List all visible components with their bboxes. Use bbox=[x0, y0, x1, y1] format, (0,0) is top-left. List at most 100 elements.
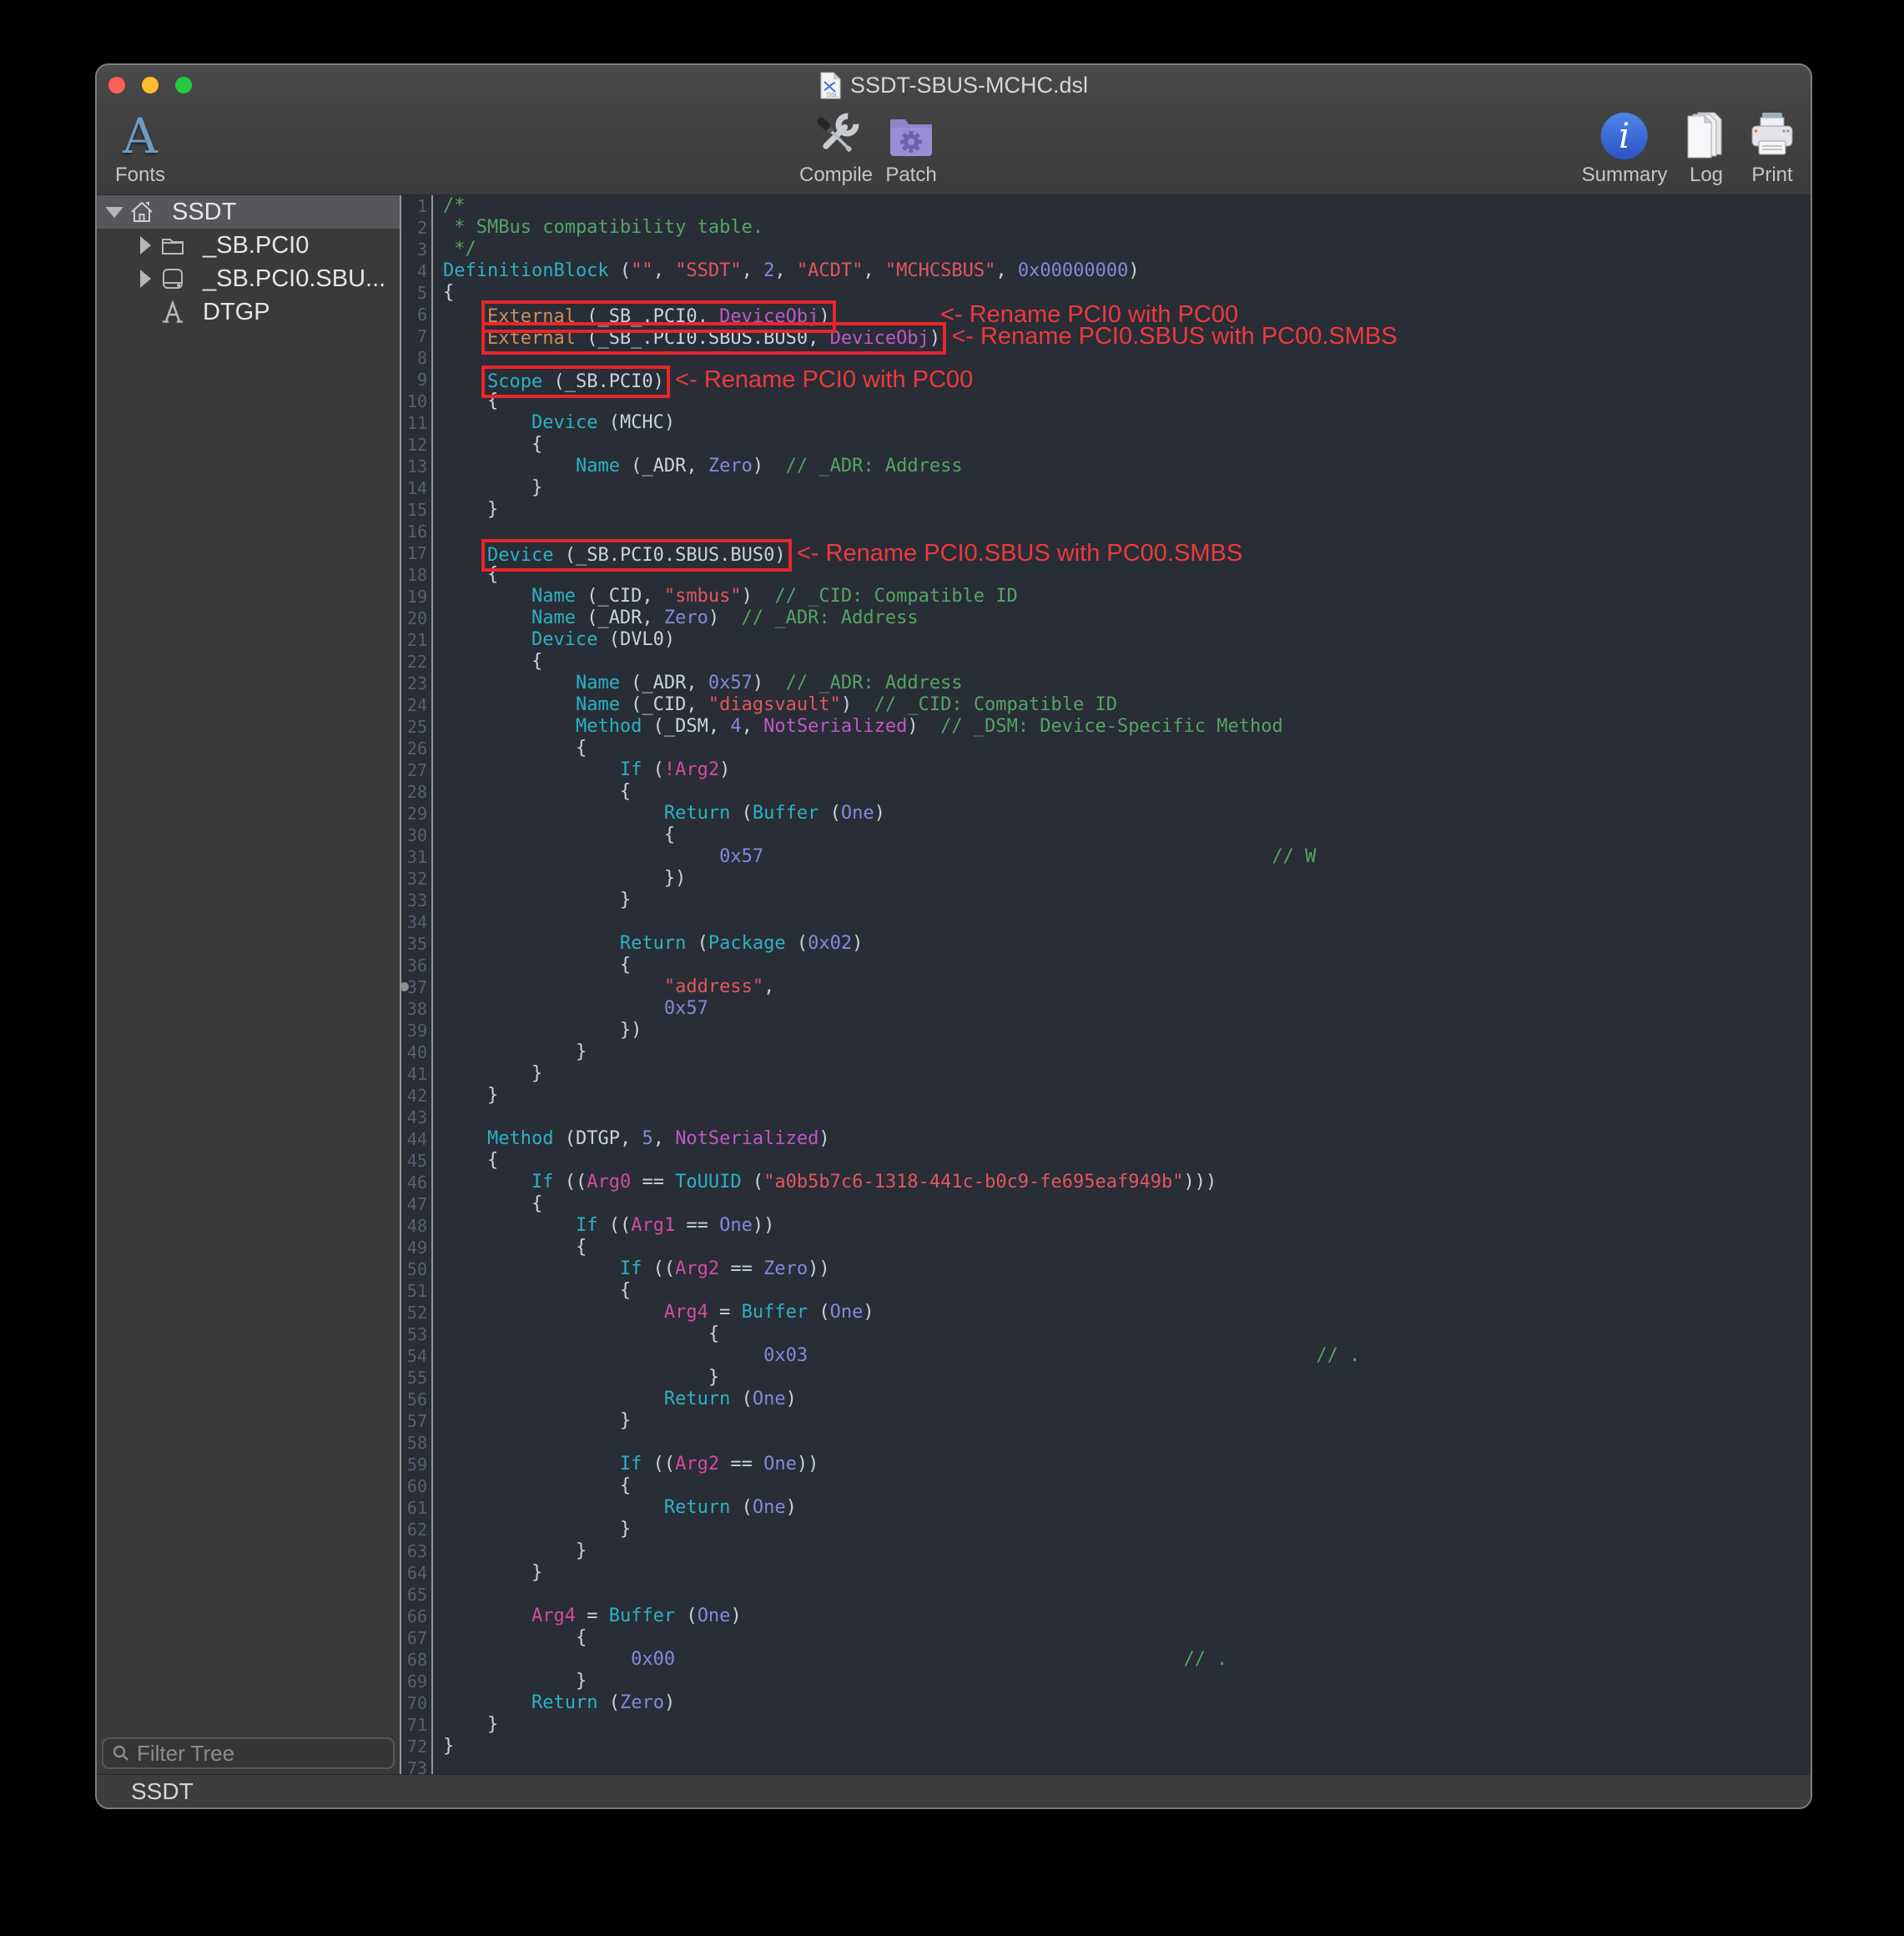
code-token: (_SB.PCI0.SBUS.BUS0) bbox=[553, 545, 785, 566]
code-line[interactable] bbox=[443, 1584, 1811, 1606]
code-line[interactable]: { bbox=[443, 1323, 1811, 1345]
code-line[interactable]: Name (_ADR, 0x57) // _ADR: Address bbox=[443, 673, 1811, 694]
code-line[interactable]: Device (DVL0) bbox=[443, 629, 1811, 651]
code-line[interactable]: } bbox=[443, 477, 1811, 499]
code-line[interactable]: /* bbox=[443, 195, 1811, 217]
patch-label: Patch bbox=[885, 164, 936, 187]
code-line[interactable]: { bbox=[443, 1237, 1811, 1258]
code-line[interactable]: } bbox=[443, 1671, 1811, 1692]
code-line[interactable]: }) bbox=[443, 868, 1811, 890]
code-line[interactable]: } bbox=[443, 1519, 1811, 1540]
minimize-button[interactable] bbox=[142, 77, 159, 93]
code-line[interactable]: } bbox=[443, 1410, 1811, 1432]
code-line[interactable]: { bbox=[443, 1280, 1811, 1302]
code-line[interactable]: Name (_CID, "smbus") // _CID: Compatible… bbox=[443, 586, 1811, 608]
code-line[interactable]: If (!Arg2) bbox=[443, 759, 1811, 781]
summary-button[interactable]: i Summary bbox=[1582, 108, 1668, 187]
disclosure-down-icon[interactable] bbox=[107, 207, 122, 218]
code-token: { bbox=[443, 564, 498, 585]
code-line[interactable]: Return (Package (0x02) bbox=[443, 933, 1811, 955]
code-line[interactable]: Name (_CID, "diagsvault") // _CID: Compa… bbox=[443, 694, 1811, 716]
line-number: 20 bbox=[401, 608, 427, 629]
code-token: Arg4 bbox=[664, 1302, 708, 1323]
code-line[interactable]: Return (One) bbox=[443, 1497, 1811, 1519]
code-line[interactable]: { bbox=[443, 651, 1811, 673]
code-token: Package bbox=[708, 933, 786, 954]
code-line[interactable]: 0x57 // W bbox=[443, 846, 1811, 868]
code-line[interactable]: 0x57 bbox=[443, 998, 1811, 1020]
code-line[interactable]: } bbox=[443, 499, 1811, 521]
code-editor[interactable]: 1234567891011121314151617181920212223242… bbox=[400, 195, 1811, 1774]
code-line[interactable]: } bbox=[443, 1540, 1811, 1562]
code-line[interactable] bbox=[443, 347, 1811, 369]
code-line[interactable]: } bbox=[443, 1063, 1811, 1085]
code-line[interactable]: { bbox=[443, 738, 1811, 759]
code-line[interactable]: Device (_SB.PCI0.SBUS.BUS0) <- Rename PC… bbox=[443, 542, 1811, 564]
code-line[interactable]: } bbox=[443, 1714, 1811, 1736]
code-line[interactable]: */ bbox=[443, 239, 1811, 260]
code-token: Scope bbox=[487, 371, 542, 392]
code-line[interactable]: Name (_ADR, Zero) // _ADR: Address bbox=[443, 456, 1811, 477]
code-line[interactable] bbox=[443, 1757, 1811, 1774]
code-line[interactable] bbox=[443, 1432, 1811, 1454]
fonts-button[interactable]: A Fonts bbox=[115, 108, 165, 187]
code-line[interactable]: { bbox=[443, 1475, 1811, 1497]
code-line[interactable]: 0x00 // . bbox=[443, 1649, 1811, 1671]
code-line[interactable]: If ((Arg2 == One)) bbox=[443, 1454, 1811, 1475]
sidebar-item-sb-pci0-sbus[interactable]: _SB.PCI0.SBU... bbox=[97, 262, 400, 295]
compile-button[interactable]: Compile bbox=[799, 108, 873, 187]
code-line[interactable]: Return (Zero) bbox=[443, 1692, 1811, 1714]
code-line[interactable]: { bbox=[443, 1150, 1811, 1172]
print-button[interactable]: Print bbox=[1745, 108, 1799, 187]
code-lines[interactable]: /* * SMBus compatibility table. */Defini… bbox=[433, 195, 1811, 1774]
disclosure-right-icon[interactable] bbox=[138, 236, 153, 255]
code-line[interactable]: { bbox=[443, 564, 1811, 586]
sidebar-item-ssdt[interactable]: SSDT bbox=[97, 195, 400, 229]
code-line[interactable]: { bbox=[443, 781, 1811, 803]
code-line[interactable]: Method (_DSM, 4, NotSerialized) // _DSM:… bbox=[443, 716, 1811, 738]
code-line[interactable]: Method (DTGP, 5, NotSerialized) bbox=[443, 1128, 1811, 1150]
code-line[interactable] bbox=[443, 911, 1811, 933]
code-line[interactable]: DefinitionBlock ("", "SSDT", 2, "ACDT", … bbox=[443, 260, 1811, 282]
code-line[interactable]: } bbox=[443, 890, 1811, 911]
code-token: If bbox=[620, 1258, 642, 1279]
code-line[interactable]: Scope (_SB.PCI0) <- Rename PCI0 with PC0… bbox=[443, 369, 1811, 391]
log-button[interactable]: Log bbox=[1680, 108, 1733, 187]
code-token bbox=[443, 586, 531, 607]
code-line[interactable] bbox=[443, 1107, 1811, 1128]
filter-tree-input[interactable] bbox=[137, 1741, 416, 1767]
code-line[interactable]: Name (_ADR, Zero) // _ADR: Address bbox=[443, 608, 1811, 629]
code-line[interactable]: Return (One) bbox=[443, 1389, 1811, 1410]
sidebar-item-dtgp[interactable]: DTGP bbox=[97, 295, 400, 329]
code-line[interactable]: } bbox=[443, 1041, 1811, 1063]
code-line[interactable]: }) bbox=[443, 1020, 1811, 1041]
code-line[interactable]: } bbox=[443, 1562, 1811, 1584]
patch-button[interactable]: Patch bbox=[884, 108, 938, 187]
code-line[interactable]: Return (Buffer (One) bbox=[443, 803, 1811, 824]
code-line[interactable]: { bbox=[443, 824, 1811, 846]
code-line[interactable]: { bbox=[443, 434, 1811, 456]
code-line[interactable]: { bbox=[443, 955, 1811, 976]
code-token: 4 bbox=[730, 716, 741, 737]
code-line[interactable]: Arg4 = Buffer (One) bbox=[443, 1302, 1811, 1323]
code-line[interactable]: "address", bbox=[443, 976, 1811, 998]
code-line[interactable]: { bbox=[443, 391, 1811, 412]
code-line[interactable]: } bbox=[443, 1367, 1811, 1389]
sidebar-item-sb-pci0[interactable]: _SB.PCI0 bbox=[97, 229, 400, 262]
code-line[interactable]: Device (MCHC) bbox=[443, 412, 1811, 434]
code-line[interactable]: } bbox=[443, 1085, 1811, 1107]
code-line[interactable]: * SMBus compatibility table. bbox=[443, 217, 1811, 239]
code-line[interactable]: If ((Arg0 == ToUUID ("a0b5b7c6-1318-441c… bbox=[443, 1172, 1811, 1193]
code-line[interactable]: Arg4 = Buffer (One) bbox=[443, 1606, 1811, 1627]
close-button[interactable] bbox=[108, 77, 125, 93]
code-line[interactable]: { bbox=[443, 1193, 1811, 1215]
status-bar: SSDT bbox=[97, 1774, 1811, 1807]
code-line[interactable]: If ((Arg2 == Zero)) bbox=[443, 1258, 1811, 1280]
code-line[interactable]: If ((Arg1 == One)) bbox=[443, 1215, 1811, 1237]
zoom-button[interactable] bbox=[175, 77, 192, 93]
code-line[interactable]: External (_SB_.PCI0.SBUS.BUS0, DeviceObj… bbox=[443, 325, 1811, 347]
disclosure-right-icon[interactable] bbox=[138, 270, 153, 288]
code-line[interactable]: { bbox=[443, 1627, 1811, 1649]
code-line[interactable]: 0x03 // . bbox=[443, 1345, 1811, 1367]
code-line[interactable]: } bbox=[443, 1736, 1811, 1757]
